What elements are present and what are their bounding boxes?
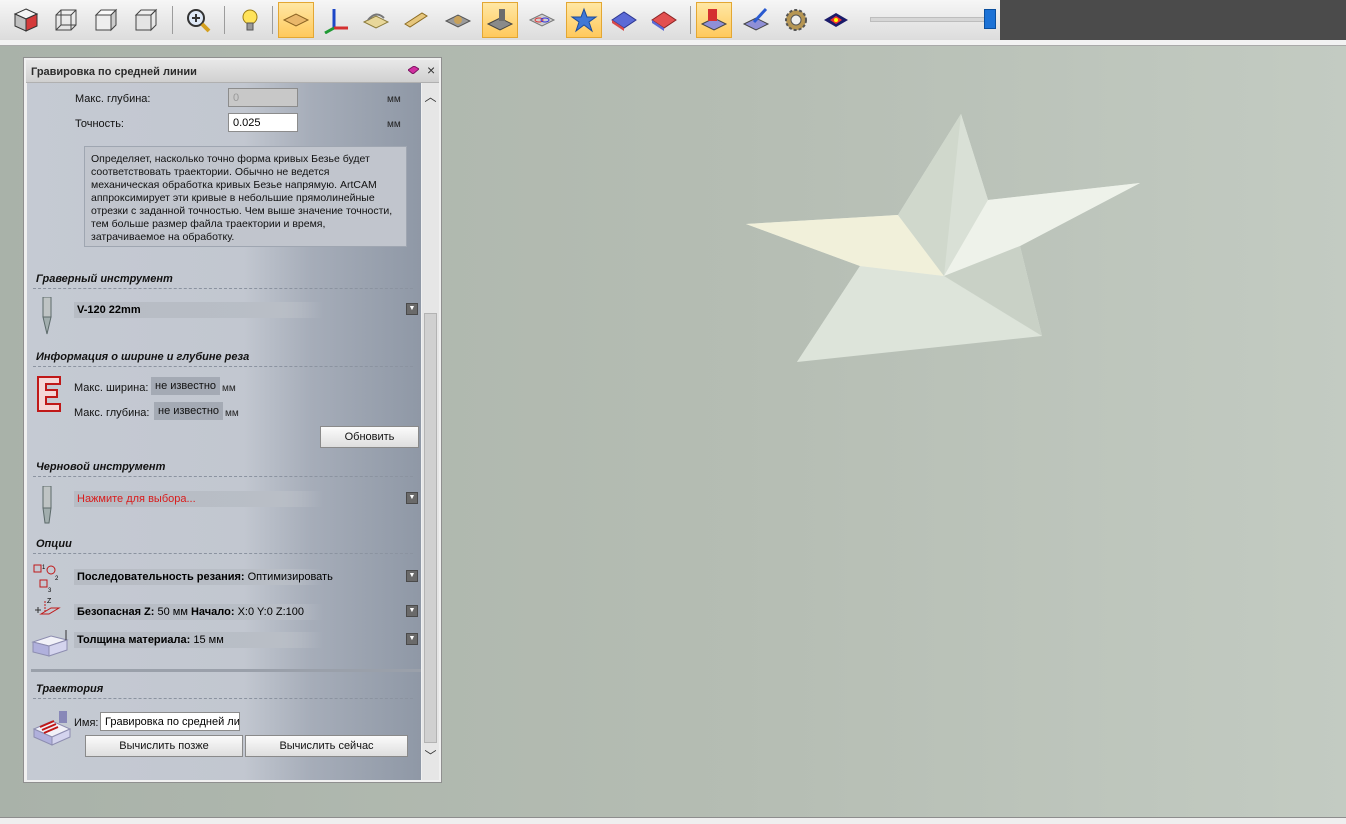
svg-text:3: 3 bbox=[48, 588, 52, 593]
plane-view-icon[interactable] bbox=[278, 2, 314, 38]
section-divider bbox=[33, 366, 413, 367]
svg-text:Z: Z bbox=[47, 598, 52, 605]
safe-z-combo[interactable]: Безопасная Z: 50 мм Начало: X:0 Y:0 Z:10… bbox=[74, 604, 419, 620]
accuracy-unit: мм bbox=[387, 119, 401, 130]
section-divider bbox=[33, 553, 413, 554]
chevron-down-icon[interactable]: ▼ bbox=[406, 492, 418, 504]
section-divider bbox=[31, 669, 421, 672]
toolbar-separator bbox=[224, 6, 225, 34]
toolpath-icon[interactable] bbox=[358, 2, 394, 38]
engraving-tool-combo[interactable]: V-120 22mm bbox=[74, 302, 419, 318]
rough-tool-combo[interactable]: Нажмите для выбора... bbox=[74, 491, 419, 507]
max-width-label: Макс. ширина: bbox=[74, 382, 149, 394]
pin-icon[interactable] bbox=[408, 66, 419, 74]
cut-sequence-icon: 1 2 3 bbox=[33, 564, 59, 593]
scroll-up-icon[interactable]: ︿ bbox=[422, 89, 439, 106]
zoom-slider-track[interactable] bbox=[870, 17, 987, 22]
safe-z-icon: Z bbox=[35, 598, 61, 615]
safe-z-value: 50 мм bbox=[157, 606, 188, 618]
max-cut-depth-unit: мм bbox=[225, 408, 239, 419]
calculate-now-button[interactable]: Вычислить сейчас bbox=[245, 735, 408, 757]
chevron-down-icon[interactable]: ▼ bbox=[406, 570, 418, 582]
panel-body: Макс. глубина: 0 мм Точность: 0.025 мм О… bbox=[27, 83, 421, 780]
material-thickness-label: Толщина материала: bbox=[77, 634, 191, 646]
scroll-thumb[interactable] bbox=[424, 313, 437, 743]
shading-icon[interactable] bbox=[818, 2, 854, 38]
main-toolbar bbox=[0, 0, 1346, 41]
toolpath-section-title: Траектория bbox=[36, 683, 104, 695]
cube-icon[interactable] bbox=[8, 2, 44, 38]
toolbar-strip bbox=[0, 0, 1000, 41]
v-bit-tool-icon bbox=[42, 297, 52, 335]
max-depth-field[interactable]: 0 bbox=[228, 88, 298, 107]
rough-tool-section-title: Черновой инструмент bbox=[36, 461, 166, 473]
paint-brush-icon[interactable] bbox=[738, 2, 774, 38]
section-divider bbox=[33, 698, 413, 699]
end-mill-tool-icon bbox=[42, 486, 52, 524]
chevron-down-icon[interactable]: ▼ bbox=[406, 303, 418, 315]
cut-info-section-title: Информация о ширине и глубине реза bbox=[36, 351, 250, 363]
max-cut-depth-label: Макс. глубина: bbox=[74, 407, 150, 419]
bulb-icon[interactable] bbox=[232, 2, 268, 38]
section-divider bbox=[33, 288, 413, 289]
toolbar-separator bbox=[172, 6, 173, 34]
red-plane-icon[interactable] bbox=[646, 2, 682, 38]
cut-sequence-value: Оптимизировать bbox=[247, 571, 333, 583]
material-block-icon[interactable] bbox=[398, 2, 434, 38]
wireframe-cube-icon[interactable] bbox=[48, 2, 84, 38]
svg-text:2: 2 bbox=[55, 576, 59, 582]
panel-title-bar: Гравировка по средней линии × bbox=[26, 60, 439, 83]
panel-scrollbar[interactable]: ︿ ﹀ bbox=[422, 83, 439, 780]
accuracy-hint: Определяет, насколько точно форма кривых… bbox=[84, 146, 407, 247]
start-label: Начало: bbox=[190, 606, 235, 618]
chevron-down-icon[interactable]: ▼ bbox=[406, 605, 418, 617]
section-divider bbox=[33, 476, 413, 477]
svg-text:1: 1 bbox=[42, 565, 46, 571]
toolbar-separator bbox=[272, 6, 273, 34]
options-section-title: Опции bbox=[36, 538, 72, 550]
toolpath-name-field[interactable]: Гравировка по средней линии bbox=[100, 712, 240, 731]
max-depth-unit: мм bbox=[387, 94, 401, 105]
star-relief-icon[interactable] bbox=[566, 2, 602, 38]
cut-sequence-combo[interactable]: Последовательность резания: Оптимизирова… bbox=[74, 569, 419, 585]
update-button[interactable]: Обновить bbox=[320, 426, 419, 448]
max-width-value: не известно bbox=[151, 377, 220, 395]
zoom-icon[interactable] bbox=[180, 2, 216, 38]
start-value: X:0 Y:0 Z:100 bbox=[237, 606, 305, 618]
machine-icon[interactable] bbox=[482, 2, 518, 38]
cut-sequence-label: Последовательность резания: bbox=[77, 571, 245, 583]
axes-icon[interactable] bbox=[318, 2, 354, 38]
chevron-down-icon[interactable]: ▼ bbox=[406, 633, 418, 645]
letter-e-icon bbox=[37, 376, 61, 412]
accuracy-field[interactable]: 0.025 bbox=[228, 113, 298, 132]
toolbar-separator bbox=[690, 6, 691, 34]
close-icon[interactable]: × bbox=[427, 63, 435, 77]
max-cut-depth-value: не известно bbox=[154, 402, 223, 420]
material-thickness-icon bbox=[31, 630, 69, 657]
blue-plane-icon[interactable] bbox=[606, 2, 642, 38]
scroll-down-icon[interactable]: ﹀ bbox=[422, 748, 439, 765]
relief-icon[interactable] bbox=[440, 2, 476, 38]
material-thickness-value: 15 мм bbox=[193, 634, 224, 646]
accuracy-label: Точность: bbox=[75, 118, 124, 130]
panel-title: Гравировка по средней линии bbox=[31, 66, 197, 78]
material-thickness-combo[interactable]: Толщина материала: 15 мм bbox=[74, 632, 419, 648]
box-front-icon[interactable] bbox=[128, 2, 164, 38]
box-outline-icon[interactable] bbox=[88, 2, 124, 38]
toolpath-stack-icon bbox=[32, 711, 72, 746]
red-tool-icon[interactable] bbox=[696, 2, 732, 38]
engraving-tool-section-title: Граверный инструмент bbox=[36, 273, 173, 285]
safe-z-label: Безопасная Z: bbox=[77, 606, 155, 618]
layers-icon[interactable] bbox=[524, 2, 560, 38]
max-depth-label: Макс. глубина: bbox=[75, 93, 151, 105]
gear-icon[interactable] bbox=[778, 2, 814, 38]
max-width-unit: мм bbox=[222, 383, 236, 394]
zoom-slider-thumb[interactable] bbox=[984, 9, 996, 29]
calculate-later-button[interactable]: Вычислить позже bbox=[85, 735, 243, 757]
centre-line-engraving-panel: Гравировка по средней линии × Макс. глуб… bbox=[23, 57, 442, 783]
toolpath-name-label: Имя: bbox=[74, 717, 99, 729]
